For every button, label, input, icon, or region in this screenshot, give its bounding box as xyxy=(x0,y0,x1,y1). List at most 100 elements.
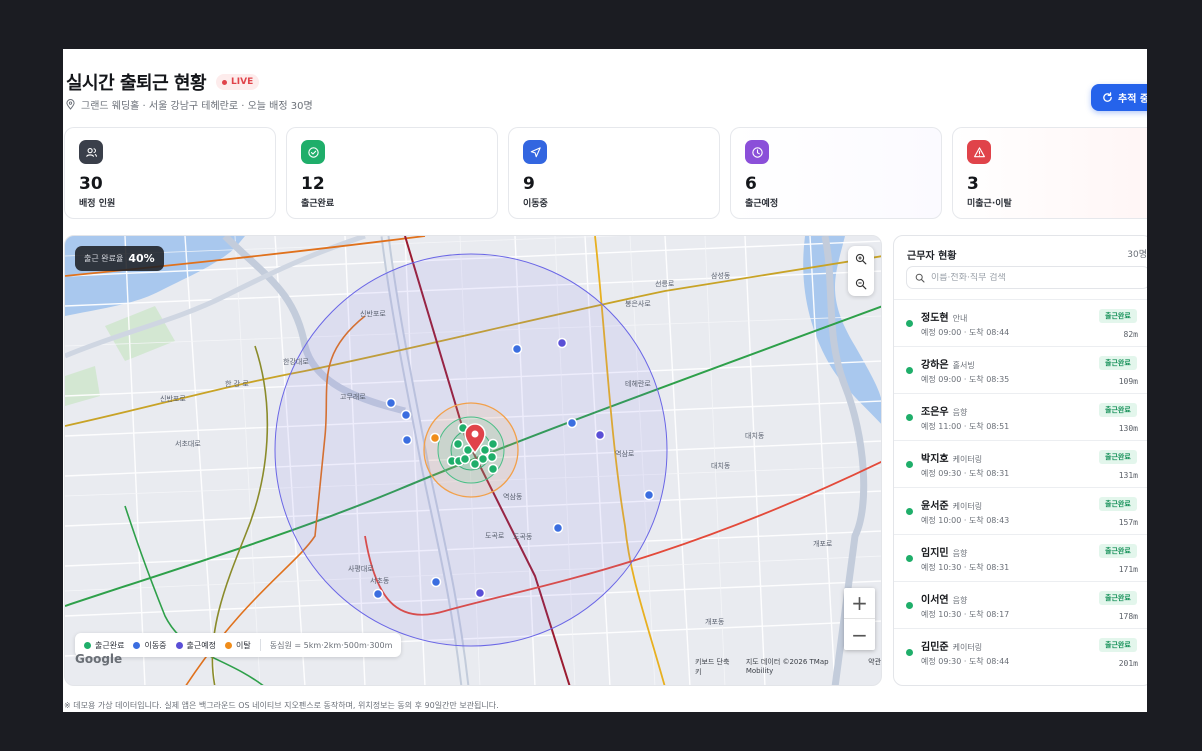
map-label: 고무래로 xyxy=(340,392,366,401)
worker-marker-arrived xyxy=(486,451,498,463)
stat-card-assigned[interactable]: 30 배정 인원 xyxy=(64,127,276,219)
tracking-label: 추적 중 xyxy=(1118,94,1147,105)
map-zoom-out-button[interactable]: − xyxy=(844,619,875,650)
worker-role: 음향 xyxy=(952,408,968,417)
legend-dot xyxy=(133,641,141,649)
status-dot xyxy=(906,555,913,562)
map-label: 삼성동 xyxy=(711,271,731,280)
stat-value: 30 xyxy=(79,174,103,194)
worker-row[interactable]: 윤서준 케이터링 예정 10:00 · 도착 08:43 출근완료 157m xyxy=(894,487,1147,534)
keyboard-shortcuts-link[interactable]: 키보드 단축키 xyxy=(695,657,736,677)
map-canvas[interactable]: 고무래로 역삼동 도곡동 서초동 대치동 개포로 선릉로 테헤란로 봉은사로 삼… xyxy=(65,236,882,686)
stat-card-absent[interactable]: 3 미출근·이탈 xyxy=(952,127,1147,219)
users-icon xyxy=(79,140,103,164)
worker-name: 이서연 음향 xyxy=(921,591,967,606)
map-label: 한강대로 xyxy=(283,357,309,366)
status-dot xyxy=(906,320,913,327)
legend-label: 출근예정 xyxy=(186,640,216,650)
map-data-credit: 지도 데이터 ©2026 TMap Mobility xyxy=(745,658,829,675)
venue-info: 그랜드 웨딩홀 · 서울 강남구 테헤란로 · 오늘 배정 30명 xyxy=(66,97,313,112)
worker-time: 예정 09:30 · 도착 08:44 xyxy=(921,657,1010,666)
worker-marker-moving xyxy=(511,343,523,355)
status-badge: 출근완료 xyxy=(1099,403,1137,417)
tracking-button[interactable]: 추적 중 xyxy=(1091,84,1147,111)
worker-distance: 157m xyxy=(1118,518,1138,527)
worker-marker-scheduled xyxy=(556,337,568,349)
worker-marker-arrived xyxy=(479,444,491,456)
worker-name-text: 임지민 xyxy=(921,548,949,559)
map-view[interactable]: 고무래로 역삼동 도곡동 서초동 대치동 개포로 선릉로 테헤란로 봉은사로 삼… xyxy=(64,235,882,686)
worker-time: 예정 10:30 · 도착 08:31 xyxy=(921,563,1010,572)
worker-name-text: 박지호 xyxy=(921,454,949,465)
map-label: 도곡로 xyxy=(485,532,505,540)
panel-count: 30명 xyxy=(1127,250,1147,260)
google-logo: Google xyxy=(75,652,123,666)
worker-name-text: 김민준 xyxy=(921,642,949,653)
map-label: 서초대로 xyxy=(175,439,201,448)
map-label: 선릉로 xyxy=(655,279,675,288)
stat-value: 9 xyxy=(523,174,535,194)
worker-panel: 근무자 현황 30명 정도현안내예정 09:00 · 도착 08:44 출근완료 8… xyxy=(893,235,1147,686)
worker-row[interactable]: 임지민 음향 예정 10:30 · 도착 08:31 출근완료 171m xyxy=(894,534,1147,581)
worker-marker-moving xyxy=(400,409,412,421)
live-dot-icon xyxy=(222,79,228,85)
clock-icon xyxy=(745,140,769,164)
map-label: 대치동 xyxy=(745,431,765,440)
zoom-in-icon[interactable] xyxy=(848,246,874,271)
status-badge: 출근완료 xyxy=(1099,591,1137,605)
legend-divider xyxy=(259,639,261,651)
worker-time: 예정 09:30 · 도착 08:31 xyxy=(921,469,1010,478)
completion-value: 40% xyxy=(128,252,155,265)
zoom-out-icon[interactable] xyxy=(848,271,874,296)
map-label: 대치동 xyxy=(711,461,731,470)
worker-role: 안내 xyxy=(952,314,968,323)
panel-title: 근무자 현황 xyxy=(907,251,957,262)
stat-card-scheduled[interactable]: 6 출근예정 xyxy=(730,127,942,219)
stat-label: 미출근·이탈 xyxy=(967,199,1012,209)
worker-marker-moving xyxy=(372,588,384,600)
search-input[interactable] xyxy=(931,272,1131,283)
status-dot xyxy=(906,414,913,421)
completion-label: 출근 완료율 xyxy=(84,254,124,263)
status-dot xyxy=(906,367,913,374)
legend-dot xyxy=(84,641,91,649)
worker-name: 박지호 케이터링 xyxy=(921,450,982,465)
legend-dot xyxy=(225,641,232,649)
page-title: 실시간 출퇴근 현황 xyxy=(66,73,207,94)
worker-row[interactable]: 정도현 안내 예정 09:00 · 도착 08:44 출근완료 82m xyxy=(894,299,1147,346)
worker-row[interactable]: 김민준 케이터링 예정 09:30 · 도착 08:44 출근완료 201m xyxy=(894,628,1147,675)
worker-marker-moving xyxy=(643,489,655,501)
worker-row[interactable]: 박지호 케이터링 예정 09:30 · 도착 08:31 출근완료 131m xyxy=(894,440,1147,487)
refresh-icon xyxy=(1103,92,1112,102)
stat-card-moving[interactable]: 9 이동중 xyxy=(508,127,720,219)
worker-name-text: 정도현 xyxy=(921,313,949,324)
worker-row[interactable]: 조은우 음향 예정 11:00 · 도착 08:51 출근완료 130m xyxy=(894,393,1147,440)
worker-role: 홀서빙 xyxy=(952,361,975,370)
worker-distance: 201m xyxy=(1118,659,1138,668)
navigation-icon xyxy=(523,140,547,164)
worker-row[interactable]: 이서연 음향 예정 10:30 · 도착 08:17 출근완료 178m xyxy=(894,581,1147,628)
map-pin-icon xyxy=(66,99,75,110)
panel-header: 근무자 현황 30명 xyxy=(907,247,1147,262)
worker-marker-arrived xyxy=(459,453,471,465)
terms-link[interactable]: 약관 xyxy=(868,657,881,677)
map-zoom-in-button[interactable]: + xyxy=(844,588,875,619)
status-dot xyxy=(906,461,913,468)
worker-name: 조은우 음향 xyxy=(921,403,967,418)
legend-item: 출근예정 xyxy=(175,640,216,651)
legend-label: 출근완료 xyxy=(95,640,125,650)
map-label: 역삼로 xyxy=(615,449,635,458)
map-label: 개포로 xyxy=(813,539,833,548)
stat-card-arrived[interactable]: 12 출근완료 xyxy=(286,127,498,219)
worker-search[interactable] xyxy=(906,266,1147,289)
stat-value: 6 xyxy=(745,174,757,194)
worker-role: 케이터링 xyxy=(952,455,983,464)
title-row: 실시간 출퇴근 현황 LIVE xyxy=(66,69,260,95)
dashboard-page: 실시간 출퇴근 현황 LIVE 그랜드 웨딩홀 · 서울 강남구 테헤란로 · … xyxy=(63,49,1147,712)
worker-role: 음향 xyxy=(952,596,968,605)
legend-dot xyxy=(175,641,183,649)
stat-label: 이동중 xyxy=(523,199,548,209)
completion-rate-pill: 출근 완료율 40% xyxy=(75,246,164,271)
worker-row[interactable]: 강하은 홀서빙 예정 09:00 · 도착 08:35 출근완료 109m xyxy=(894,346,1147,393)
live-label: LIVE xyxy=(231,77,254,87)
